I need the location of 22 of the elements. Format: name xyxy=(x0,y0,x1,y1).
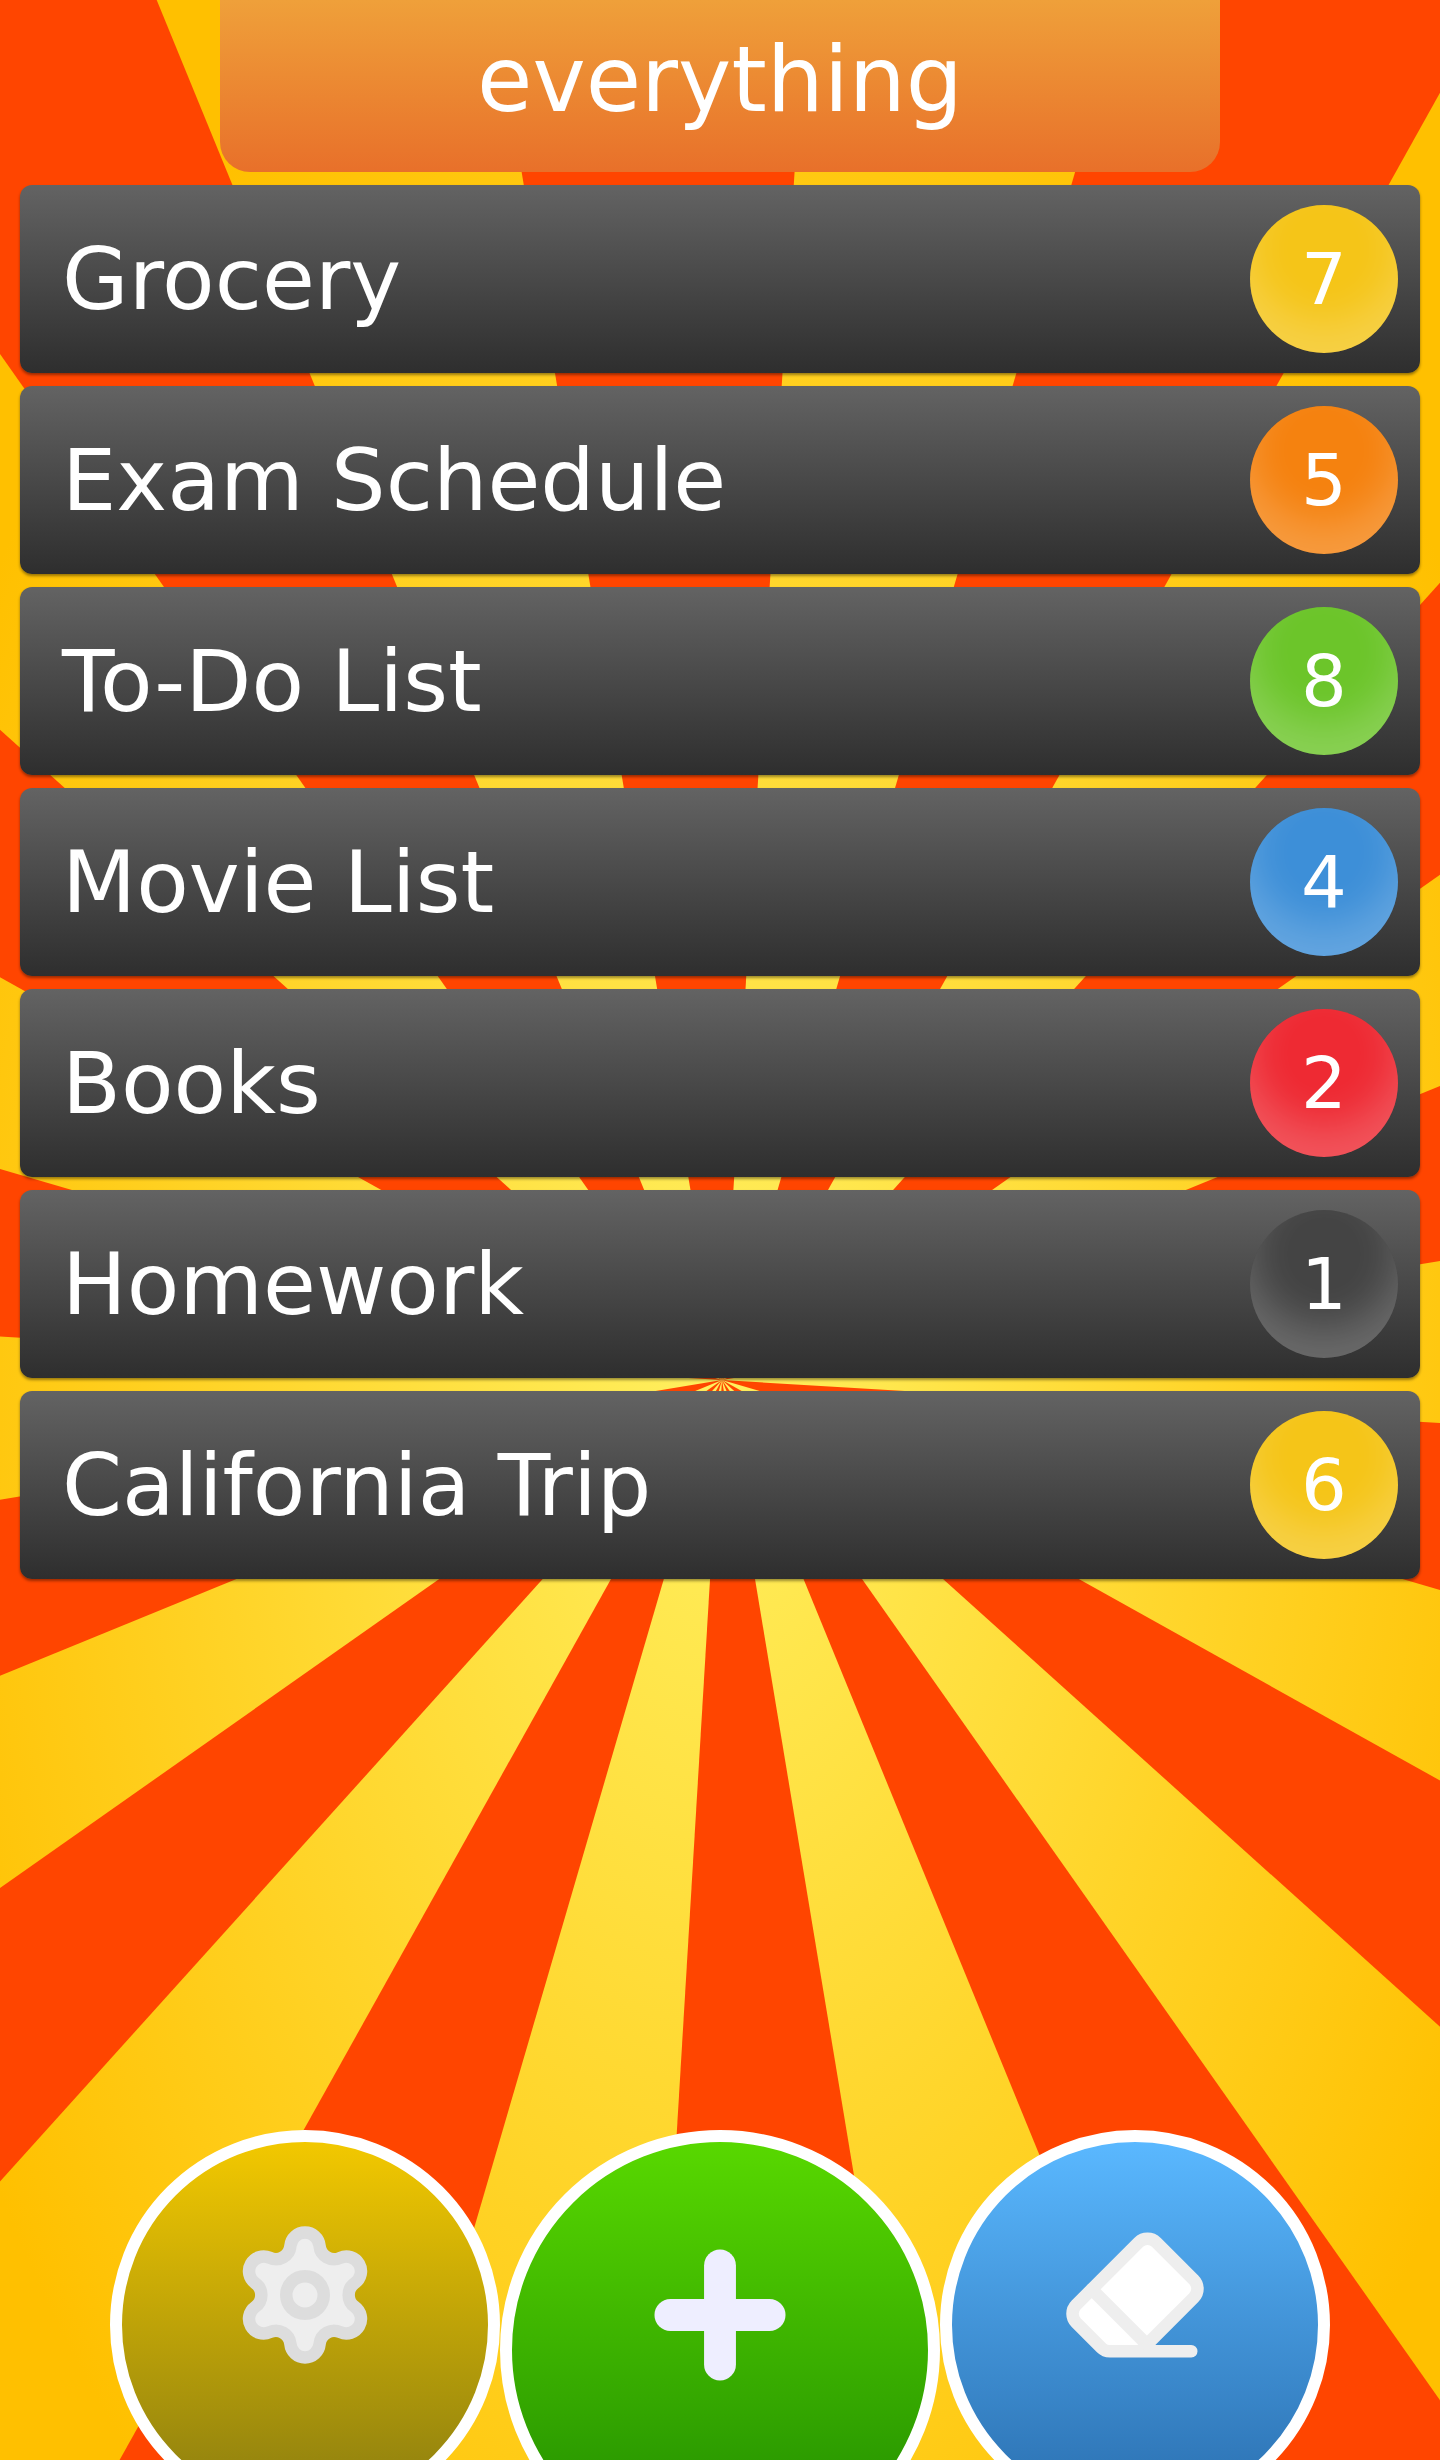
count-badge: 7 xyxy=(1250,205,1398,353)
list-row[interactable]: To-Do List 8 xyxy=(20,587,1420,775)
list-name: Exam Schedule xyxy=(62,430,727,530)
list-row[interactable]: Exam Schedule 5 xyxy=(20,386,1420,574)
list-row[interactable]: Homework 1 xyxy=(20,1190,1420,1378)
list-row[interactable]: California Trip 6 xyxy=(20,1391,1420,1579)
count-badge: 4 xyxy=(1250,808,1398,956)
count-badge: 6 xyxy=(1250,1411,1398,1559)
list-name: California Trip xyxy=(62,1435,652,1535)
list-name: Homework xyxy=(62,1234,525,1334)
count-badge: 5 xyxy=(1250,406,1398,554)
list-name: To-Do List xyxy=(62,631,482,731)
list-name: Grocery xyxy=(62,229,402,329)
list-row[interactable]: Movie List 4 xyxy=(20,788,1420,976)
count-badge: 2 xyxy=(1250,1009,1398,1157)
list-name: Books xyxy=(62,1033,321,1133)
count-badge: 8 xyxy=(1250,607,1398,755)
list-row[interactable]: Books 2 xyxy=(20,989,1420,1177)
count-badge: 1 xyxy=(1250,1210,1398,1358)
list-row[interactable]: Grocery 7 xyxy=(20,185,1420,373)
list-title: everything xyxy=(220,0,1220,172)
list-name: Movie List xyxy=(62,832,495,932)
